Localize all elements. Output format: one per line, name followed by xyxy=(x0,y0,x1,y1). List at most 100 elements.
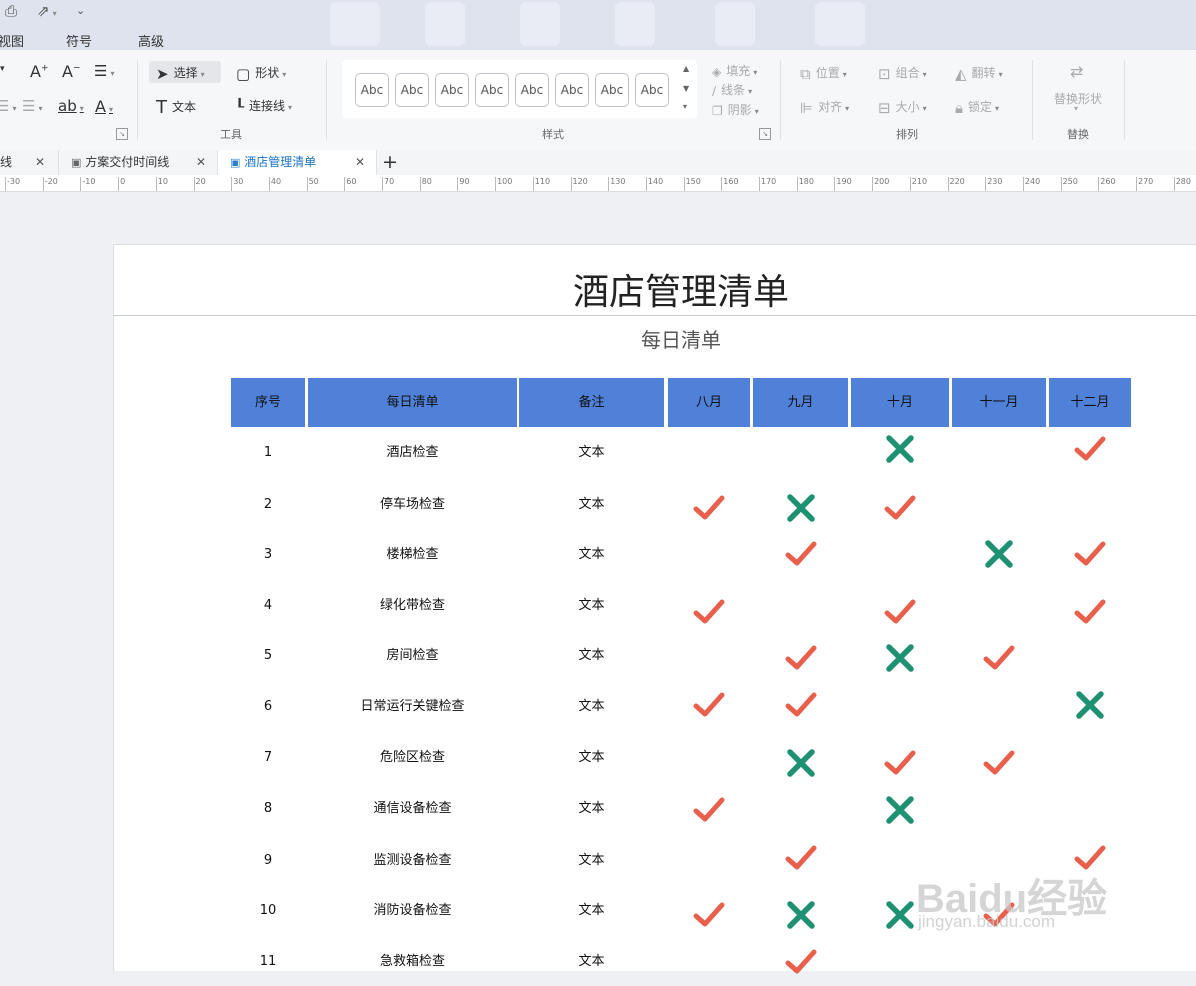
row-number-cell[interactable]: 2 xyxy=(231,480,305,529)
check-mark-icon[interactable] xyxy=(982,641,1016,675)
page-subtitle[interactable]: 每日清单 xyxy=(113,324,1196,353)
check-mark-icon[interactable] xyxy=(784,537,818,571)
page-title[interactable]: 酒店管理清单 xyxy=(113,263,1196,315)
checklist-item-cell[interactable]: 酒店检查 xyxy=(308,428,517,477)
row-number-cell[interactable]: 6 xyxy=(231,682,305,731)
add-tab-icon[interactable]: + xyxy=(382,150,398,174)
month-status-cell[interactable] xyxy=(1049,937,1131,970)
cross-mark-icon[interactable] xyxy=(883,432,917,466)
cross-mark-icon[interactable] xyxy=(784,898,818,932)
month-status-cell[interactable] xyxy=(952,784,1046,833)
cross-mark-icon[interactable] xyxy=(784,491,818,525)
shape-button[interactable]: ▢ 形状 ▾ xyxy=(236,64,286,83)
table-header-cell[interactable]: 每日清单 xyxy=(308,378,517,427)
checklist-item-cell[interactable]: 日常运行关键检查 xyxy=(308,682,517,731)
print-icon[interactable]: ⎙ xyxy=(5,2,17,20)
month-status-cell[interactable] xyxy=(1049,480,1131,529)
gallery-more-icon[interactable]: ▾ xyxy=(683,102,687,111)
check-mark-icon[interactable] xyxy=(1073,432,1107,466)
checklist-item-cell[interactable]: 停车场检查 xyxy=(308,480,517,529)
month-status-cell[interactable] xyxy=(668,733,750,782)
style-preset[interactable]: Abc xyxy=(635,73,669,107)
month-status-cell[interactable] xyxy=(1049,784,1131,833)
check-mark-icon[interactable] xyxy=(784,945,818,979)
row-number-cell[interactable]: 3 xyxy=(231,530,305,579)
month-status-cell[interactable] xyxy=(753,581,848,630)
style-preset[interactable]: Abc xyxy=(395,73,429,107)
note-cell[interactable]: 文本 xyxy=(519,581,664,630)
fill-button[interactable]: ◈ 填充 ▾ xyxy=(712,62,757,79)
cross-mark-icon[interactable] xyxy=(784,746,818,780)
check-mark-icon[interactable] xyxy=(692,793,726,827)
month-status-cell[interactable] xyxy=(668,836,750,885)
shadow-button[interactable]: ❐ 阴影 ▾ xyxy=(712,101,759,118)
select-button[interactable]: ➤ 选择 ▾ xyxy=(156,64,205,83)
note-cell[interactable]: 文本 xyxy=(519,784,664,833)
check-mark-icon[interactable] xyxy=(692,491,726,525)
list-icon[interactable]: ☰ ▾ xyxy=(0,97,16,115)
export-icon[interactable]: ⇗ ▾ xyxy=(37,2,57,20)
size-button[interactable]: ⊟ 大小 ▾ xyxy=(878,98,927,117)
table-header-cell[interactable]: 十月 xyxy=(851,378,949,427)
check-mark-icon[interactable] xyxy=(1073,595,1107,629)
row-number-cell[interactable]: 9 xyxy=(231,836,305,885)
check-mark-icon[interactable] xyxy=(982,746,1016,780)
row-number-cell[interactable]: 8 xyxy=(231,784,305,833)
group-button[interactable]: ⊡ 组合 ▾ xyxy=(878,64,927,83)
menu-view[interactable]: 视图 xyxy=(0,31,24,50)
align-button[interactable]: ⊫ 对齐 ▾ xyxy=(800,98,849,117)
note-cell[interactable]: 文本 xyxy=(519,937,664,970)
month-status-cell[interactable] xyxy=(668,530,750,579)
row-number-cell[interactable]: 4 xyxy=(231,581,305,630)
note-cell[interactable]: 文本 xyxy=(519,733,664,782)
month-status-cell[interactable] xyxy=(952,480,1046,529)
menu-advanced[interactable]: 高级 xyxy=(138,31,164,50)
month-status-cell[interactable] xyxy=(952,682,1046,731)
font-color-icon[interactable]: A ▾ xyxy=(95,97,113,116)
month-status-cell[interactable] xyxy=(753,784,848,833)
align-left-icon[interactable]: ☰ ▾ xyxy=(94,62,114,80)
increase-font-icon[interactable]: A+ xyxy=(30,62,49,81)
style-preset[interactable]: Abc xyxy=(595,73,629,107)
check-mark-icon[interactable] xyxy=(883,491,917,525)
table-header-cell[interactable]: 十二月 xyxy=(1049,378,1131,427)
flip-button[interactable]: ◭ 翻转 ▾ xyxy=(955,64,1003,83)
month-status-cell[interactable] xyxy=(952,581,1046,630)
note-cell[interactable]: 文本 xyxy=(519,886,664,935)
check-mark-icon[interactable] xyxy=(692,595,726,629)
text-button[interactable]: T 文本 xyxy=(156,97,196,118)
month-status-cell[interactable] xyxy=(1049,733,1131,782)
style-settings-expander[interactable]: ↘ xyxy=(759,128,771,140)
numbered-list-icon[interactable]: ☰ ▾ xyxy=(22,97,42,115)
style-preset[interactable]: Abc xyxy=(515,73,549,107)
note-cell[interactable]: 文本 xyxy=(519,682,664,731)
checklist-item-cell[interactable]: 消防设备检查 xyxy=(308,886,517,935)
line-button[interactable]: ∕ 线条 ▾ xyxy=(712,81,752,98)
style-preset[interactable]: Abc xyxy=(555,73,589,107)
checklist-item-cell[interactable]: 急救箱检查 xyxy=(308,937,517,970)
check-mark-icon[interactable] xyxy=(692,688,726,722)
month-status-cell[interactable] xyxy=(851,937,949,970)
note-cell[interactable]: 文本 xyxy=(519,836,664,885)
close-icon[interactable]: ✕ xyxy=(355,150,365,175)
month-status-cell[interactable] xyxy=(1049,631,1131,680)
month-status-cell[interactable] xyxy=(668,937,750,970)
table-header-cell[interactable]: 十一月 xyxy=(952,378,1046,427)
font-settings-expander[interactable]: ↘ xyxy=(116,128,128,140)
checklist-item-cell[interactable]: 危险区检查 xyxy=(308,733,517,782)
note-cell[interactable]: 文本 xyxy=(519,530,664,579)
style-preset[interactable]: Abc xyxy=(475,73,509,107)
replace-shape-icon[interactable]: ⇄ xyxy=(1070,62,1083,81)
font-size-dropdown-icon[interactable]: ▾ xyxy=(0,64,5,74)
cross-mark-icon[interactable] xyxy=(982,537,1016,571)
month-status-cell[interactable] xyxy=(668,631,750,680)
note-cell[interactable]: 文本 xyxy=(519,631,664,680)
connector-button[interactable]: ┖ 连接线 ▾ xyxy=(235,97,292,116)
tab-solution-timeline[interactable]: ▣ 方案交付时间线 ✕ xyxy=(58,150,217,175)
month-status-cell[interactable] xyxy=(668,428,750,477)
cross-mark-icon[interactable] xyxy=(1073,688,1107,722)
row-number-cell[interactable]: 1 xyxy=(231,428,305,477)
gallery-down-icon[interactable]: ▼ xyxy=(683,84,689,93)
row-number-cell[interactable]: 11 xyxy=(231,937,305,970)
close-icon[interactable]: ✕ xyxy=(35,150,45,175)
